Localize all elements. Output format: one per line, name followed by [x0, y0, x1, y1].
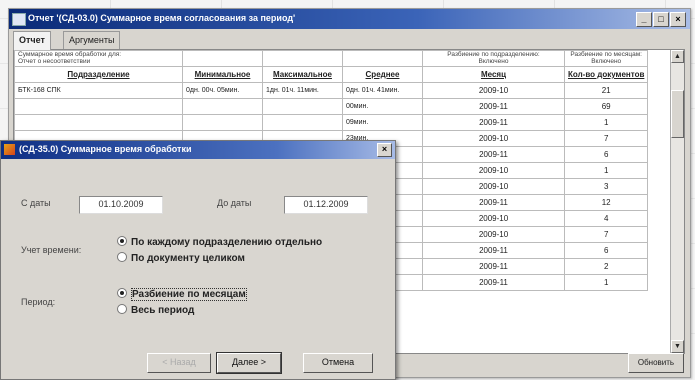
cell-month: 2009-11 — [422, 194, 565, 211]
scroll-up-icon[interactable]: ▲ — [671, 50, 684, 63]
col-header-avg[interactable]: Среднее — [342, 66, 423, 83]
dialog-title: (СД-35.0) Суммарное время обработки — [19, 144, 192, 154]
cell-min: 0дн. 00ч. 05мин. — [182, 82, 263, 99]
from-date-field[interactable]: 01.10.2009 — [79, 196, 163, 214]
cell-count: 1 — [563, 162, 649, 179]
radio-per-department-label: По каждому подразделению отдельно — [131, 237, 323, 248]
scroll-down-icon[interactable]: ▼ — [671, 340, 684, 353]
vertical-scrollbar[interactable]: ▲ ▼ — [670, 50, 684, 353]
radio-whole-period-label: Весь период — [131, 305, 195, 316]
col-header-min[interactable]: Минимальное — [182, 66, 263, 83]
cell-dept — [14, 114, 183, 131]
report-settings-dialog: (СД-35.0) Суммарное время обработки × С … — [0, 140, 396, 380]
close-button[interactable]: × — [670, 12, 686, 27]
cell-max — [262, 98, 343, 115]
report-info-month-split: Разбиение по месяцам: Включено — [563, 50, 649, 67]
back-button[interactable]: < Назад — [147, 353, 211, 373]
col-header-department[interactable]: Подразделение — [14, 66, 183, 83]
cell-max — [262, 114, 343, 131]
tab-arguments[interactable]: Аргументы — [63, 31, 121, 49]
cell-month: 2009-11 — [422, 98, 565, 115]
to-date-field[interactable]: 01.12.2009 — [284, 196, 368, 214]
cell-month: 2009-10 — [422, 210, 565, 227]
maximize-button[interactable]: □ — [653, 12, 669, 27]
cancel-button[interactable]: Отмена — [303, 353, 373, 373]
dialog-close-button[interactable]: × — [377, 143, 392, 157]
from-date-label: С даты — [21, 198, 51, 208]
report-info-dept-split: Разбиение по подразделению: Включено — [422, 50, 565, 67]
to-date-label: До даты — [217, 198, 252, 208]
time-accounting-label: Учет времени: — [21, 245, 82, 255]
radio-split-by-month-label: Разбиение по месяцам — [131, 288, 247, 301]
cell-count: 3 — [563, 178, 649, 195]
report-titlebar: Отчет '(СД-03.0) Суммарное время согласо… — [9, 9, 690, 29]
scroll-thumb[interactable] — [671, 90, 684, 138]
cell-count: 2 — [563, 258, 649, 275]
table-row[interactable]: 00мин. 2009-11 69 — [14, 98, 649, 115]
cell-count: 69 — [563, 98, 649, 115]
cell-count: 21 — [563, 82, 649, 99]
radio-selected-icon — [117, 236, 127, 247]
cell-dept: БТК-168 СПК — [14, 82, 183, 99]
cell-avg: 00мин. — [342, 98, 423, 115]
cell-month: 2009-10 — [422, 82, 565, 99]
cell-count: 1 — [563, 274, 649, 291]
radio-per-document[interactable]: По документу целиком — [117, 252, 245, 264]
cell-month: 2009-10 — [422, 226, 565, 243]
cell-month: 2009-10 — [422, 162, 565, 179]
radio-whole-period[interactable]: Весь период — [117, 304, 195, 316]
cell-month: 2009-11 — [422, 274, 565, 291]
radio-selected-icon — [117, 288, 127, 299]
radio-unselected-icon — [117, 304, 127, 315]
cell-count: 4 — [563, 210, 649, 227]
cell-max: 1дн. 01ч. 11мин. — [262, 82, 343, 99]
cell-count: 7 — [563, 226, 649, 243]
cell-count: 7 — [563, 130, 649, 147]
cell-count: 6 — [563, 242, 649, 259]
minimize-button[interactable]: _ — [636, 12, 652, 27]
tab-report[interactable]: Отчет — [13, 31, 51, 50]
report-window-title: Отчет '(СД-03.0) Суммарное время согласо… — [28, 13, 296, 23]
next-button[interactable]: Далее > — [216, 352, 282, 374]
col-header-month[interactable]: Месяц — [422, 66, 565, 83]
cell-month: 2009-10 — [422, 178, 565, 195]
radio-split-by-month[interactable]: Разбиение по месяцам — [117, 288, 247, 301]
table-row[interactable]: БТК-168 СПК 0дн. 00ч. 05мин. 1дн. 01ч. 11м… — [14, 82, 649, 99]
cell-month: 2009-11 — [422, 114, 565, 131]
col-header-count[interactable]: Кол-во документов — [563, 66, 649, 83]
cell-month: 2009-11 — [422, 258, 565, 275]
cell-avg: 0дн. 01ч. 41мин. — [342, 82, 423, 99]
period-label: Период: — [21, 297, 56, 307]
cell-min — [182, 114, 263, 131]
report-info-left: Суммарное время обработки для: Отчет о н… — [14, 50, 183, 67]
cell-avg: 09мин. — [342, 114, 423, 131]
cell-month: 2009-11 — [422, 146, 565, 163]
col-header-max[interactable]: Максимальное — [262, 66, 343, 83]
cell-dept — [14, 98, 183, 115]
cell-month: 2009-11 — [422, 242, 565, 259]
report-window-icon — [12, 13, 26, 26]
radio-per-document-label: По документу целиком — [131, 253, 245, 264]
dialog-app-icon — [4, 144, 15, 155]
column-headers: Подразделение Минимальное Максимальное С… — [14, 66, 649, 83]
radio-unselected-icon — [117, 252, 127, 263]
cell-count: 6 — [563, 146, 649, 163]
radio-per-department[interactable]: По каждому подразделению отдельно — [117, 236, 323, 248]
dialog-titlebar: (СД-35.0) Суммарное время обработки × — [1, 141, 395, 159]
cell-count: 12 — [563, 194, 649, 211]
refresh-button[interactable]: Обновить — [628, 353, 684, 373]
cell-count: 1 — [563, 114, 649, 131]
report-info-row: Суммарное время обработки для: Отчет о н… — [14, 50, 649, 67]
cell-month: 2009-10 — [422, 130, 565, 147]
cell-min — [182, 98, 263, 115]
table-row[interactable]: 09мин. 2009-11 1 — [14, 114, 649, 131]
